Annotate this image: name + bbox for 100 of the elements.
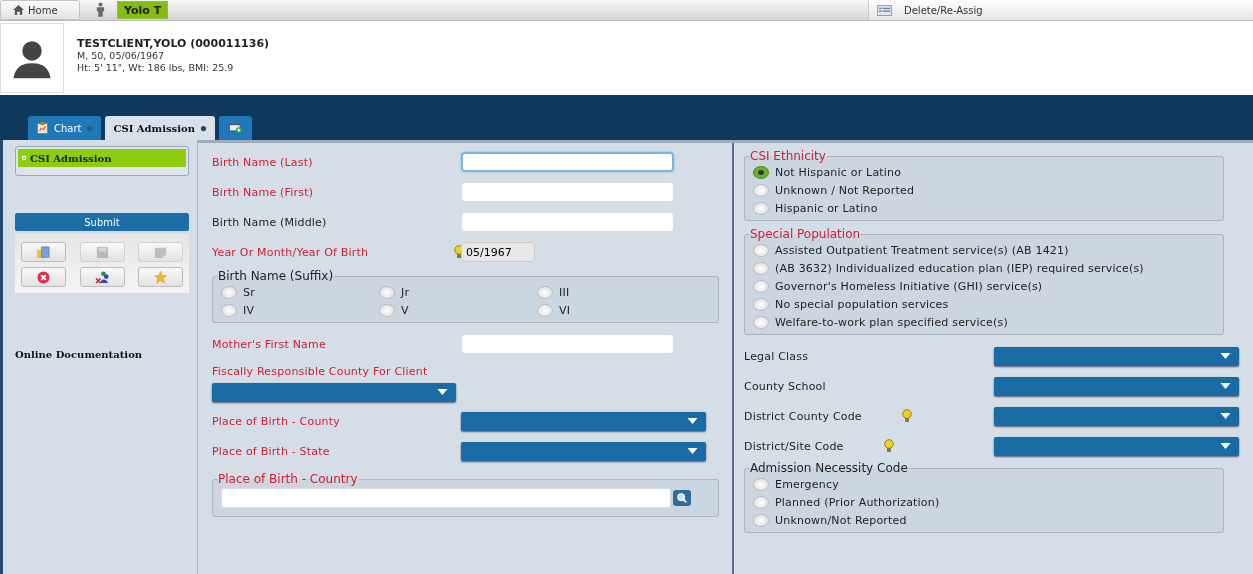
option-label: Not Hispanic or Latino xyxy=(775,165,902,179)
field-label: Birth Name (First) xyxy=(212,185,314,199)
bullet-icon xyxy=(22,156,26,160)
toolbar-button[interactable] xyxy=(79,267,125,287)
option-label: Emergency xyxy=(775,477,839,491)
group-label: Special Population xyxy=(749,227,862,241)
radio-button[interactable] xyxy=(221,285,237,299)
online-documentation-link[interactable]: Online Documentation xyxy=(15,349,143,360)
option-label: IV xyxy=(243,303,255,317)
dropdown[interactable] xyxy=(994,346,1239,366)
text-field[interactable] xyxy=(461,334,674,354)
lightbulb-icon[interactable] xyxy=(901,409,912,423)
radio-button[interactable] xyxy=(753,279,769,293)
list-icon xyxy=(877,4,892,16)
home-tab[interactable]: Home xyxy=(0,0,80,20)
radio-button[interactable] xyxy=(753,243,769,257)
caret-icon xyxy=(1220,412,1231,419)
radio-button[interactable] xyxy=(537,303,553,317)
cancel-icon xyxy=(36,270,51,284)
radio-button[interactable] xyxy=(753,495,769,509)
radio-button[interactable] xyxy=(753,201,769,215)
radio-button[interactable] xyxy=(379,303,395,317)
option-label: V xyxy=(401,303,409,317)
pin-icon xyxy=(199,124,207,132)
text-field[interactable] xyxy=(461,212,674,232)
option-label: Sr xyxy=(243,285,255,299)
field-label: District County Code xyxy=(744,409,862,423)
dropdown[interactable] xyxy=(994,436,1239,456)
note-icon xyxy=(153,245,168,259)
clipboard-icon xyxy=(36,122,49,134)
patient-name: TESTCLIENT,YOLO (000011136) xyxy=(77,38,270,50)
submit-button[interactable]: Submit xyxy=(15,213,189,231)
field-label: County School xyxy=(744,379,826,393)
patient-demographics: M, 50, 05/06/1967 xyxy=(77,50,166,62)
caret-icon xyxy=(687,447,698,454)
option-label: Unknown / Not Reported xyxy=(775,183,915,197)
radio-button[interactable] xyxy=(753,297,769,311)
field-label: Place of Birth - State xyxy=(212,444,330,458)
star-icon xyxy=(153,270,168,284)
option-label: Welfare-to-work plan specified service(s) xyxy=(775,315,1008,329)
option-label: Planned (Prior Authorization) xyxy=(775,495,940,509)
sidebar-item[interactable]: CSI Admission xyxy=(18,149,186,167)
caret-icon xyxy=(1220,382,1231,389)
add-tab-button[interactable] xyxy=(218,116,252,140)
caret-icon xyxy=(437,389,448,395)
search-button[interactable] xyxy=(673,490,691,506)
avatar xyxy=(0,23,64,93)
person-icon xyxy=(96,2,105,17)
field-label: Birth Name (Last) xyxy=(212,155,313,169)
group-label: Birth Name (Suffix) xyxy=(217,269,335,283)
option-label: No special population services xyxy=(775,297,949,311)
radio-button[interactable] xyxy=(537,285,553,299)
tab[interactable]: Chart xyxy=(28,116,102,140)
option-label: (AB 3632) Individualized education plan (IEP) required service(s) xyxy=(775,261,1144,275)
radio-button[interactable] xyxy=(753,513,769,527)
dropdown[interactable] xyxy=(461,411,706,431)
group-label: CSI Ethnicity xyxy=(749,149,827,163)
option-label: Unknown/Not Reported xyxy=(775,513,907,527)
home-icon xyxy=(13,5,24,15)
patient-vitals: Ht: 5' 11", Wt: 186 lbs, BMI: 25.9 xyxy=(77,62,235,74)
dropdown[interactable] xyxy=(994,406,1239,426)
documents-icon xyxy=(36,245,51,259)
lookup-field[interactable] xyxy=(221,488,671,508)
radio-button[interactable] xyxy=(221,303,237,317)
dropdown[interactable] xyxy=(461,441,706,461)
option-label: Hispanic or Latino xyxy=(775,201,878,215)
group-label: Admission Necessity Code xyxy=(749,461,909,475)
field-label: Year Or Month/Year Of Birth xyxy=(212,245,369,259)
field-label: Birth Name (Middle) xyxy=(212,215,327,229)
option-label: III xyxy=(559,285,570,299)
patient-tab[interactable]: Yolo T xyxy=(117,1,169,19)
dropdown[interactable] xyxy=(994,376,1239,396)
radio-button[interactable] xyxy=(753,315,769,329)
option-label: Assisted Outpatient Treatment service(s) (AB 1421) xyxy=(775,243,1069,257)
group-label: Place of Birth - Country xyxy=(217,472,359,486)
radio-button[interactable] xyxy=(753,165,769,179)
save-icon xyxy=(94,245,110,259)
caret-icon xyxy=(687,417,698,424)
option-label: Jr xyxy=(401,285,410,299)
radio-button[interactable] xyxy=(379,285,395,299)
add-window-icon xyxy=(228,122,242,134)
field-label: Mother's First Name xyxy=(212,337,326,351)
pin-icon xyxy=(86,124,94,132)
radio-button[interactable] xyxy=(753,183,769,197)
task-tab[interactable]: Delete/Re-Assig xyxy=(868,0,1253,20)
field-label: District/Site Code xyxy=(744,439,844,453)
field-label: Fiscally Responsible County For Client xyxy=(212,365,429,378)
caret-icon xyxy=(1220,352,1231,359)
radio-button[interactable] xyxy=(753,477,769,491)
radio-button[interactable] xyxy=(753,261,769,275)
tab[interactable]: CSI Admission xyxy=(105,116,215,140)
field-label: Place of Birth - County xyxy=(212,414,340,428)
toolbar-button[interactable] xyxy=(21,267,66,287)
text-field[interactable] xyxy=(461,182,674,202)
option-label: Governor's Homeless Initiative (GHI) service(s) xyxy=(775,279,1043,293)
option-label: VI xyxy=(559,303,571,317)
lightbulb-icon[interactable] xyxy=(883,439,894,453)
text-field[interactable] xyxy=(461,152,674,172)
caret-icon xyxy=(1220,442,1231,449)
search-icon xyxy=(676,492,688,504)
